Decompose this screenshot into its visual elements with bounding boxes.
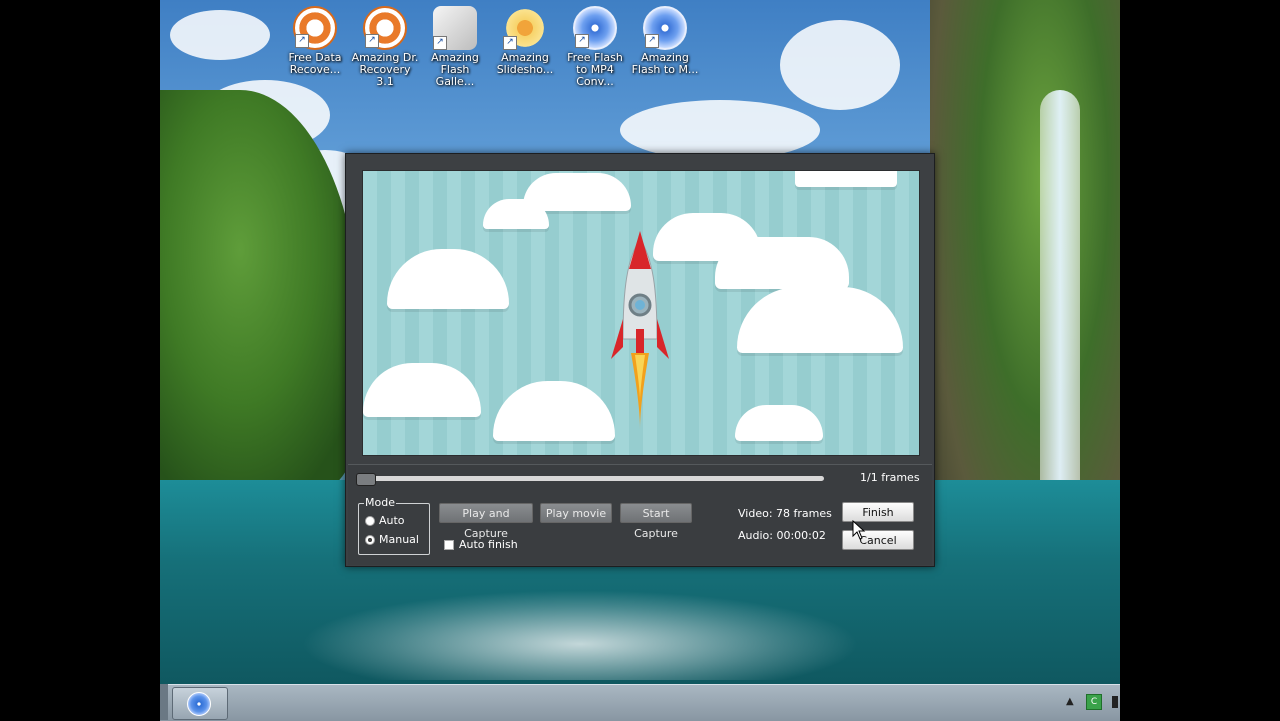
- finish-button[interactable]: Finish: [842, 502, 914, 522]
- disc-icon: ↗: [573, 6, 617, 50]
- flower-icon: ↗: [503, 6, 547, 50]
- desktop-icons: ↗ Free Data Recove... ↗ Amazing Dr. Reco…: [280, 6, 700, 88]
- taskbar: [160, 684, 1120, 721]
- start-capture-button[interactable]: Start Capture: [620, 503, 692, 540]
- mode-group: Mode Auto Manual: [358, 496, 430, 555]
- shortcut-arrow-icon: ↗: [295, 34, 309, 48]
- desktop-icon-amazing-flash-to-m[interactable]: ↗ Amazing Flash to M...: [630, 6, 700, 88]
- rocket-icon: [611, 231, 669, 429]
- mode-auto-radio[interactable]: Auto: [365, 514, 405, 527]
- film-projector-icon: ↗: [433, 6, 477, 50]
- seek-thumb[interactable]: [356, 473, 376, 486]
- shortcut-arrow-icon: ↗: [645, 34, 659, 48]
- desktop-icon-free-flash-to-mp4[interactable]: ↗ Free Flash to MP4 Conv...: [560, 6, 630, 88]
- video-frames-info: Video: 78 frames: [738, 507, 832, 520]
- capture-dialog: 1/1 frames Mode Auto Manual Play and Cap…: [345, 153, 935, 567]
- show-hidden-icons-arrow-icon[interactable]: ▲: [1066, 696, 1074, 707]
- desktop-icon-free-data-recovery[interactable]: ↗ Free Data Recove...: [280, 6, 350, 88]
- disc-icon: ↗: [643, 6, 687, 50]
- lifebuoy-icon: ↗: [363, 6, 407, 50]
- taskbar-app-button[interactable]: [172, 687, 228, 720]
- video-preview: [362, 170, 920, 456]
- lifebuoy-icon: ↗: [293, 6, 337, 50]
- shortcut-arrow-icon: ↗: [503, 36, 517, 50]
- tray-app-icon[interactable]: C: [1086, 694, 1102, 710]
- mode-title: Mode: [364, 496, 396, 509]
- play-and-capture-button[interactable]: Play and Capture: [439, 503, 533, 540]
- capture-controls: 1/1 frames Mode Auto Manual Play and Cap…: [348, 464, 932, 565]
- play-movie-button[interactable]: Play movie: [540, 503, 612, 523]
- mode-manual-radio[interactable]: Manual: [365, 533, 419, 546]
- tray-flag-icon[interactable]: [1112, 696, 1118, 708]
- seek-bar[interactable]: [358, 476, 824, 481]
- auto-finish-checkbox[interactable]: Auto finish: [444, 538, 518, 551]
- shortcut-arrow-icon: ↗: [433, 36, 447, 50]
- desktop-icon-amazing-dr-recovery[interactable]: ↗ Amazing Dr. Recovery 3.1: [350, 6, 420, 88]
- desktop-icon-amazing-slideshow[interactable]: ↗ Amazing Slidesho...: [490, 6, 560, 88]
- mouse-cursor-icon: [852, 520, 866, 540]
- shortcut-arrow-icon: ↗: [575, 34, 589, 48]
- start-button-edge[interactable]: [160, 684, 168, 720]
- desktop: ↗ Free Data Recove... ↗ Amazing Dr. Reco…: [160, 0, 1120, 720]
- frames-counter: 1/1 frames: [860, 471, 920, 484]
- desktop-icon-amazing-flash-gallery[interactable]: ↗ Amazing Flash Galle...: [420, 6, 490, 88]
- audio-duration-info: Audio: 00:00:02: [738, 529, 826, 542]
- shortcut-arrow-icon: ↗: [365, 34, 379, 48]
- disc-icon: [187, 692, 211, 716]
